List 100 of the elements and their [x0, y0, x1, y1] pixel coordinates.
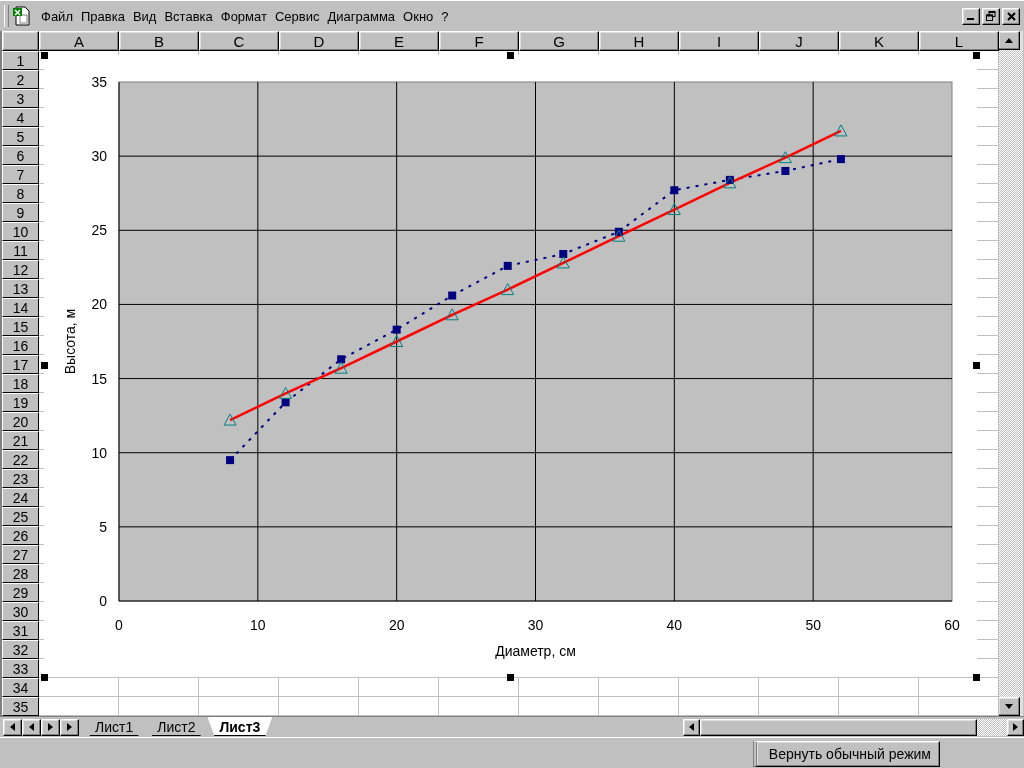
row-header[interactable]: 20	[2, 412, 39, 431]
triangle-marker	[223, 413, 237, 426]
scroll-left-button[interactable]	[683, 718, 700, 736]
column-header[interactable]: J	[759, 31, 839, 51]
first-sheet-button[interactable]	[3, 718, 22, 736]
previous-sheet-button[interactable]	[22, 718, 41, 736]
row-header[interactable]: 16	[2, 336, 39, 355]
x-tick-label: 10	[250, 617, 266, 633]
row-header[interactable]: 24	[2, 488, 39, 507]
column-header[interactable]: H	[599, 31, 679, 51]
y-tick-label: 30	[91, 148, 107, 165]
x-axis-title: Диаметр, см	[495, 643, 576, 659]
x-tick-label: 50	[805, 617, 821, 633]
row-header[interactable]: 15	[2, 317, 39, 336]
row-header[interactable]: 23	[2, 469, 39, 488]
menu-item[interactable]: Файл	[38, 6, 76, 26]
triangle-marker	[778, 151, 792, 164]
next-sheet-button[interactable]	[41, 718, 60, 736]
row-header[interactable]: 13	[2, 279, 39, 298]
square-marker	[559, 250, 568, 258]
scroll-thumb[interactable]	[700, 718, 977, 736]
selection-handle[interactable]	[41, 674, 48, 681]
x-tick-label: 60	[944, 617, 960, 633]
minimize-button[interactable]	[962, 7, 980, 25]
square-marker	[226, 456, 235, 465]
row-header[interactable]: 35	[2, 697, 39, 716]
row-header[interactable]: 6	[2, 146, 39, 165]
column-header[interactable]: L	[919, 31, 999, 51]
row-header[interactable]: 31	[2, 621, 39, 640]
menu-item[interactable]: Вставка	[161, 6, 216, 26]
selection-handle[interactable]	[973, 674, 980, 681]
triangle-marker	[556, 256, 570, 269]
menu-item[interactable]: Правка	[77, 6, 128, 26]
menu-item[interactable]: Вид	[129, 6, 160, 26]
restore-view-button[interactable]: Вернуть обычный режим	[752, 741, 940, 767]
row-header[interactable]: 33	[2, 659, 39, 678]
selection-handle[interactable]	[41, 52, 48, 59]
row-header[interactable]: 29	[2, 583, 39, 602]
row-header[interactable]: 4	[2, 108, 39, 127]
column-header[interactable]: F	[439, 31, 519, 51]
selection-handle[interactable]	[507, 674, 514, 681]
column-header[interactable]: G	[519, 31, 599, 51]
row-header[interactable]: 1	[2, 51, 39, 70]
selection-handle[interactable]	[41, 362, 48, 369]
scroll-down-button[interactable]	[998, 697, 1020, 716]
scroll-up-button[interactable]	[998, 31, 1020, 50]
column-header[interactable]: E	[359, 31, 439, 51]
row-header[interactable]: 34	[2, 678, 39, 697]
row-header[interactable]: 32	[2, 640, 39, 659]
menu-item[interactable]: Сервис	[271, 6, 323, 26]
row-header[interactable]: 14	[2, 298, 39, 317]
row-header[interactable]: 11	[2, 241, 39, 260]
column-header[interactable]: B	[119, 31, 199, 51]
row-header[interactable]: 22	[2, 450, 39, 469]
column-header[interactable]: D	[279, 31, 359, 51]
sheet-tab[interactable]: Лист3	[207, 717, 273, 736]
row-header[interactable]: 25	[2, 507, 39, 526]
triangle-marker	[834, 124, 848, 137]
menu-item[interactable]: Формат	[217, 6, 270, 26]
square-marker	[670, 186, 679, 195]
menu-item[interactable]: ?	[438, 6, 452, 26]
selection-handle[interactable]	[973, 52, 980, 59]
triangle-marker	[723, 176, 737, 189]
scroll-right-button[interactable]	[1007, 718, 1024, 736]
triangle-marker	[334, 361, 348, 374]
row-header[interactable]: 30	[2, 602, 39, 621]
selection-handle[interactable]	[973, 362, 980, 369]
row-header[interactable]: 7	[2, 165, 39, 184]
close-button[interactable]	[1002, 7, 1020, 25]
select-all-corner[interactable]	[2, 31, 39, 51]
spreadsheet-document-icon[interactable]	[12, 6, 32, 26]
row-header[interactable]: 9	[2, 203, 39, 222]
square-marker	[781, 166, 790, 175]
restore-button[interactable]	[982, 7, 1000, 25]
row-header[interactable]: 28	[2, 564, 39, 583]
y-tick-label: 25	[91, 222, 107, 239]
row-header[interactable]: 3	[2, 89, 39, 108]
row-header[interactable]: 8	[2, 184, 39, 203]
menu-item[interactable]: Диаграмма	[324, 6, 399, 26]
triangle-marker	[445, 308, 459, 321]
row-header[interactable]: 10	[2, 222, 39, 241]
row-header[interactable]: 17	[2, 355, 39, 374]
row-header[interactable]: 26	[2, 526, 39, 545]
column-header[interactable]: A	[39, 31, 119, 51]
row-header[interactable]: 12	[2, 260, 39, 279]
row-header[interactable]: 19	[2, 393, 39, 412]
column-header[interactable]: K	[839, 31, 919, 51]
row-header[interactable]: 21	[2, 431, 39, 450]
row-header[interactable]: 18	[2, 374, 39, 393]
selection-handle[interactable]	[507, 52, 514, 59]
menu-item[interactable]: Окно	[400, 6, 437, 26]
row-header[interactable]: 5	[2, 127, 39, 146]
x-tick-label: 0	[115, 617, 123, 633]
row-header[interactable]: 2	[2, 70, 39, 89]
triangle-marker	[279, 386, 293, 399]
last-sheet-button[interactable]	[60, 718, 79, 736]
column-header[interactable]: C	[199, 31, 279, 51]
row-header[interactable]: 27	[2, 545, 39, 564]
column-header[interactable]: I	[679, 31, 759, 51]
y-tick-label: 20	[91, 296, 107, 313]
